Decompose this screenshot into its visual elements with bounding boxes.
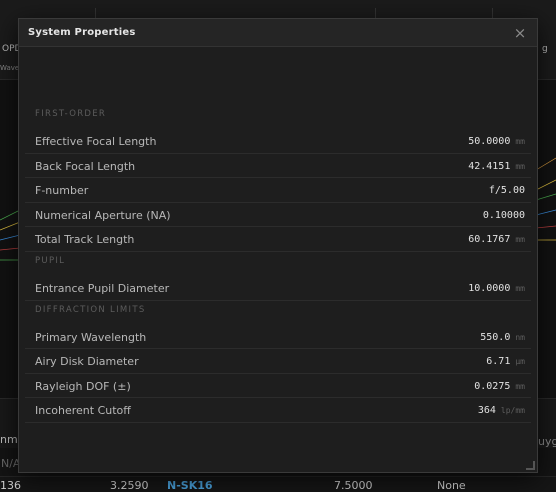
property-unit: µm [515, 357, 525, 367]
property-row-primary-wavelength: Primary Wavelength 550.0 nm [25, 325, 531, 350]
toolbar-item-wave[interactable]: Wave [0, 64, 19, 72]
property-unit: mm [515, 137, 525, 146]
property-row-numerical-aperture: Numerical Aperture (NA) 0.10000 [25, 203, 531, 228]
close-button[interactable]: × [513, 26, 527, 41]
property-label: Entrance Pupil Diameter [35, 281, 170, 295]
property-row-entrance-pupil-diameter: Entrance Pupil Diameter 10.0000 mm [25, 276, 531, 301]
property-value: 42.4151 mm [468, 160, 525, 172]
section-heading-pupil: PUPIL [35, 255, 66, 266]
property-unit: mm [515, 381, 525, 391]
property-row-rayleigh-dof: Rayleigh DOF (±) 0.0275 mm [25, 374, 531, 399]
table-row[interactable]: 136 3.2590 N-SK16 7.5000 None [0, 476, 556, 492]
property-row-f-number: F-number f/5.00 [25, 178, 531, 203]
property-value: 0.10000 [482, 209, 525, 221]
property-unit: mm [515, 283, 525, 293]
property-value: 6.71 µm [486, 356, 525, 368]
property-label: Incoherent Cutoff [35, 404, 131, 418]
property-value: 550.0 nm [480, 331, 525, 343]
property-unit: mm [515, 161, 525, 171]
table-cell-thickness[interactable]: 3.2590 [110, 479, 149, 492]
property-value: 50.0000 mm [468, 136, 525, 147]
resize-grip-icon[interactable] [526, 461, 535, 470]
section-heading-first-order: FIRST-ORDER [35, 109, 107, 119]
property-row-total-track-length: Total Track Length 60.1767 mm [25, 227, 531, 252]
property-row-effective-focal-length: Effective Focal Length 50.0000 mm [25, 129, 531, 154]
property-label: Total Track Length [35, 233, 135, 247]
system-properties-dialog: System Properties × FIRST-ORDER Effectiv… [18, 18, 538, 473]
property-label: Numerical Aperture (NA) [35, 208, 171, 222]
property-label: Primary Wavelength [35, 330, 147, 344]
table-cell-conic[interactable]: None [437, 479, 466, 492]
property-value: 60.1767 mm [468, 234, 525, 246]
property-value: f/5.00 [488, 185, 525, 197]
table-cell-glass[interactable]: N-SK16 [167, 479, 213, 492]
property-label: Airy Disk Diameter [35, 355, 139, 369]
dialog-title: System Properties [28, 27, 136, 38]
dialog-header[interactable]: System Properties × [19, 19, 537, 47]
property-unit: mm [515, 235, 525, 245]
property-row-airy-disk-diameter: Airy Disk Diameter 6.71 µm [25, 349, 531, 374]
property-value: 364 lp/mm [477, 405, 525, 417]
property-row-incoherent-cutoff: Incoherent Cutoff 364 lp/mm [25, 398, 531, 423]
toolbar-item-right[interactable]: g [542, 44, 548, 54]
properties-list: FIRST-ORDER Effective Focal Length 50.00… [25, 105, 531, 423]
property-unit: lp/mm [500, 406, 525, 416]
property-label: Rayleigh DOF (±) [35, 379, 131, 393]
table-column-header: uyg [538, 435, 556, 448]
property-unit: nm [515, 332, 525, 342]
section-heading-diffraction-limits: DIFFRACTION LIMITS [35, 304, 146, 315]
property-label: Effective Focal Length [35, 135, 157, 148]
table-cell-semi-diameter[interactable]: 7.5000 [334, 479, 373, 492]
table-cell-index: 136 [0, 479, 21, 492]
property-row-back-focal-length: Back Focal Length 42.4151 mm [25, 154, 531, 179]
property-value: 0.0275 mm [474, 380, 525, 392]
property-label: Back Focal Length [35, 159, 136, 173]
property-label: F-number [35, 184, 89, 198]
property-value: 10.0000 mm [468, 282, 525, 294]
